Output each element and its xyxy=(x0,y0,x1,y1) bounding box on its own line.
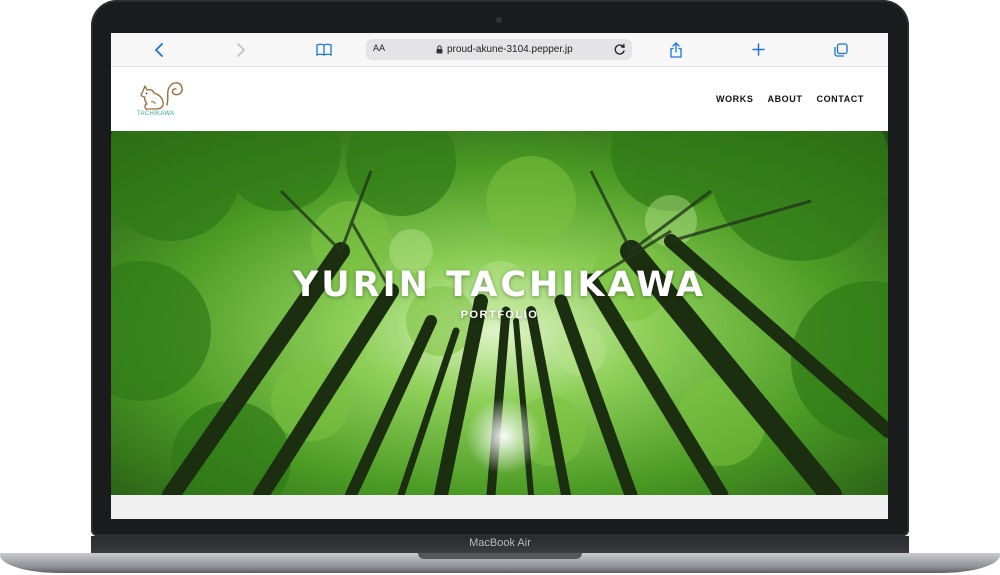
bookmarks-button[interactable] xyxy=(313,33,335,66)
nav-works[interactable]: WORKS xyxy=(716,94,754,104)
nav-about[interactable]: ABOUT xyxy=(767,94,802,104)
share-button[interactable] xyxy=(666,33,686,66)
forward-button[interactable] xyxy=(231,33,251,66)
main-nav: WORKS ABOUT CONTACT xyxy=(716,94,864,104)
nav-contact[interactable]: CONTACT xyxy=(816,94,864,104)
back-button[interactable] xyxy=(149,33,169,66)
browser-toolbar: AA proud-akune-3104.pepper.jp xyxy=(111,33,888,67)
tabs-icon xyxy=(834,42,848,57)
address-bar[interactable]: AA proud-akune-3104.pepper.jp xyxy=(366,39,632,60)
laptop-notch xyxy=(418,553,582,559)
share-icon xyxy=(670,41,682,58)
hero-subtitle: PORTFOLIO xyxy=(460,309,539,321)
text-size-button[interactable]: AA xyxy=(373,43,385,53)
new-tab-button[interactable] xyxy=(748,33,768,66)
site-header: TACHIKAWA WORKS ABOUT CONTACT xyxy=(111,67,888,131)
tabs-button[interactable] xyxy=(831,33,851,66)
url-text: proud-akune-3104.pepper.jp xyxy=(447,44,573,55)
reload-icon[interactable] xyxy=(613,42,626,56)
logo-text: TACHIKAWA xyxy=(137,111,175,117)
plus-icon xyxy=(751,43,765,56)
device-label: MacBook Air xyxy=(469,537,531,549)
browser-screen: AA proud-akune-3104.pepper.jp TACHIKAWA … xyxy=(111,33,888,519)
hero-section: YURIN TACHIKAWA PORTFOLIO xyxy=(111,131,888,495)
content-area xyxy=(111,495,888,519)
chevron-right-icon xyxy=(237,42,245,57)
book-icon xyxy=(316,43,332,56)
camera-icon xyxy=(496,17,502,23)
hero-title: YURIN TACHIKAWA xyxy=(292,265,707,305)
site-logo[interactable]: TACHIKAWA xyxy=(133,77,193,125)
chevron-left-icon xyxy=(155,42,163,57)
lock-icon xyxy=(436,45,443,54)
